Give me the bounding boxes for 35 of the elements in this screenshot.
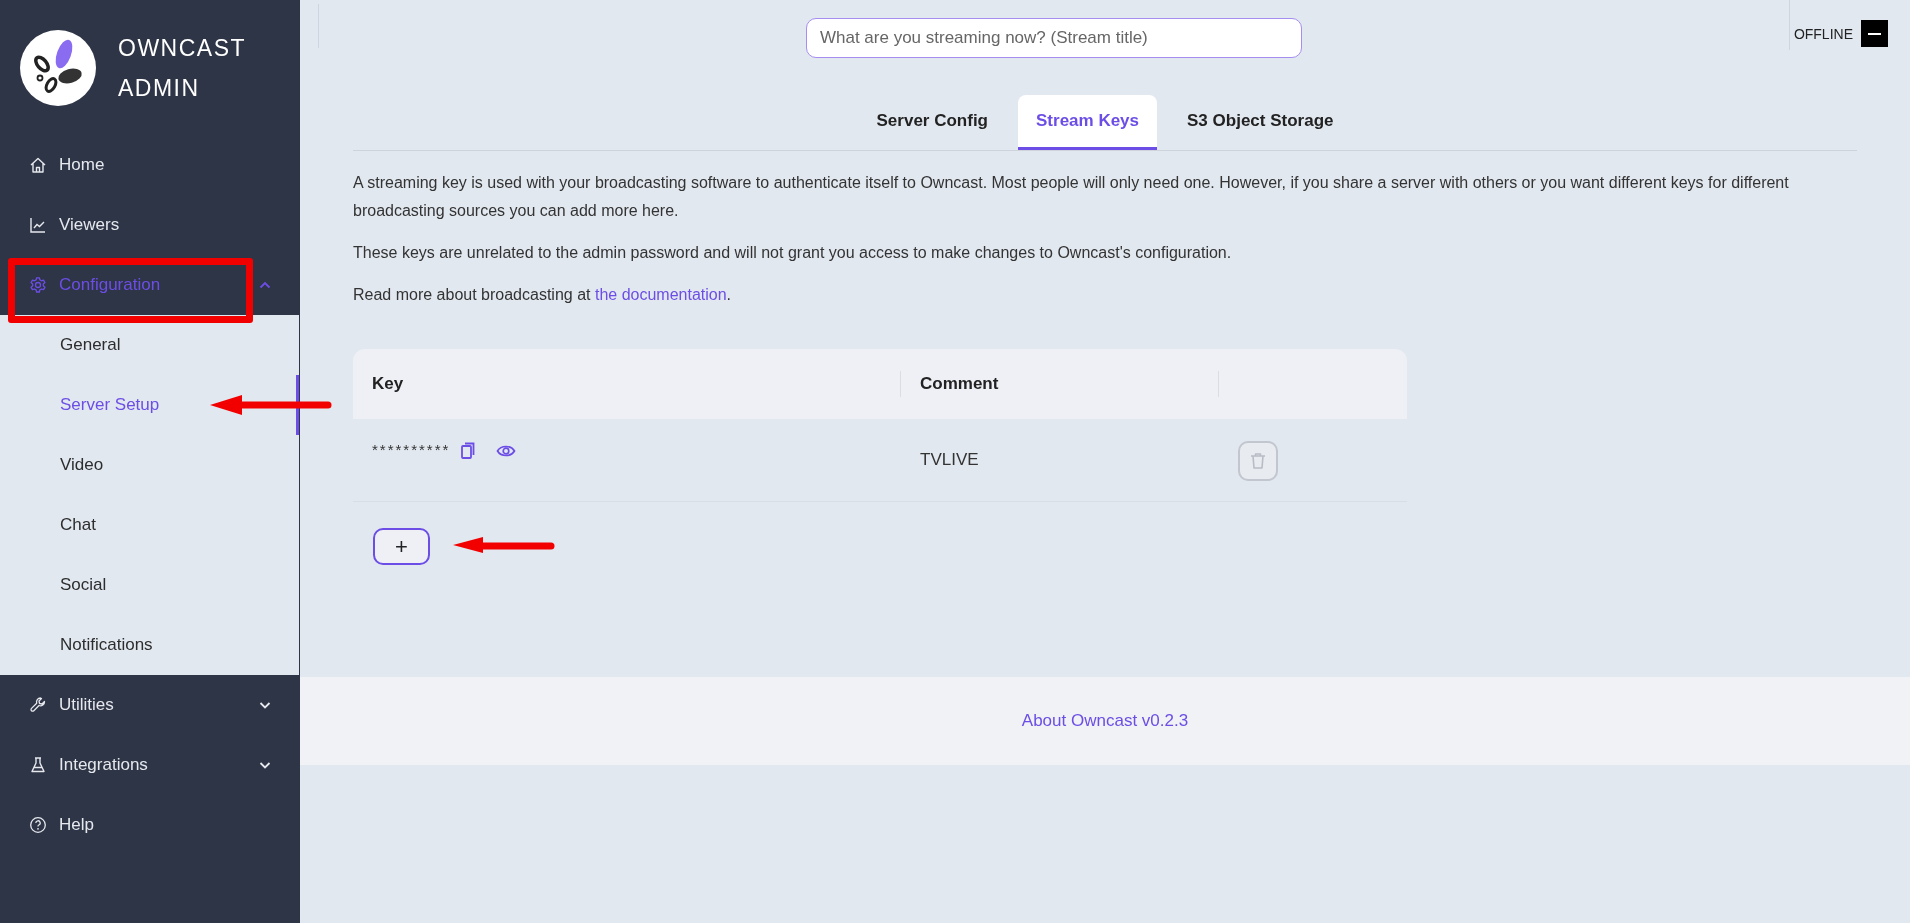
help-icon bbox=[29, 816, 47, 834]
column-header: Key bbox=[353, 371, 901, 397]
tab[interactable]: Stream Keys bbox=[1018, 95, 1158, 150]
flask-icon bbox=[29, 756, 47, 774]
nav-subitem[interactable]: Social bbox=[0, 555, 299, 615]
description-text: These keys are unrelated to the admin password and will not grant you access to make changes to Owncast's configuration. bbox=[353, 243, 1233, 263]
stream-title-field[interactable]: What are you streaming now? (Stream title) bbox=[805, 18, 1302, 58]
wrench-icon bbox=[29, 696, 47, 714]
tab[interactable]: S3 Object Storage bbox=[1169, 95, 1352, 150]
nav-item[interactable]: Home bbox=[0, 135, 300, 195]
nav-item[interactable]: Integrations bbox=[0, 735, 300, 795]
logo-icon bbox=[20, 29, 96, 106]
line-chart-icon bbox=[29, 216, 47, 234]
nav-subitem[interactable]: Video bbox=[0, 435, 299, 495]
docs-note: Read more about broadcasting at the documentation. bbox=[353, 285, 733, 305]
nav-subitem[interactable]: Notifications bbox=[0, 615, 299, 675]
trash-icon bbox=[1248, 451, 1268, 471]
stream-status: OFFLINE bbox=[1793, 25, 1853, 42]
settings-icon bbox=[29, 276, 47, 294]
nav-subitem[interactable]: General bbox=[0, 315, 299, 375]
documentation-link[interactable]: the documentation bbox=[594, 286, 727, 303]
table-cell-text: TVLIVE bbox=[919, 449, 980, 471]
masked-key: ********** bbox=[372, 441, 451, 458]
home-icon bbox=[29, 156, 47, 174]
column-header: Comment bbox=[901, 371, 1219, 397]
nav-subitem[interactable]: Chat bbox=[0, 495, 299, 555]
minus-button[interactable] bbox=[1861, 20, 1888, 47]
app-title: OWNCAST ADMIN bbox=[118, 33, 247, 103]
tab[interactable]: Server Config bbox=[858, 95, 1006, 150]
about-link[interactable]: About Owncast v0.2.3 bbox=[1021, 711, 1189, 731]
nav-item[interactable]: Help bbox=[0, 795, 300, 855]
add-key-button[interactable]: + bbox=[373, 528, 430, 565]
description-text: A streaming key is used with your broadcasting software to authenticate itself to Owncast. Most people will only need one. However, if you share a server with others or you want different keys for different broadcasting sources you can add more here. bbox=[353, 173, 1790, 221]
nav-item[interactable]: Utilities bbox=[0, 675, 300, 735]
nav-item[interactable]: Viewers bbox=[0, 195, 300, 255]
